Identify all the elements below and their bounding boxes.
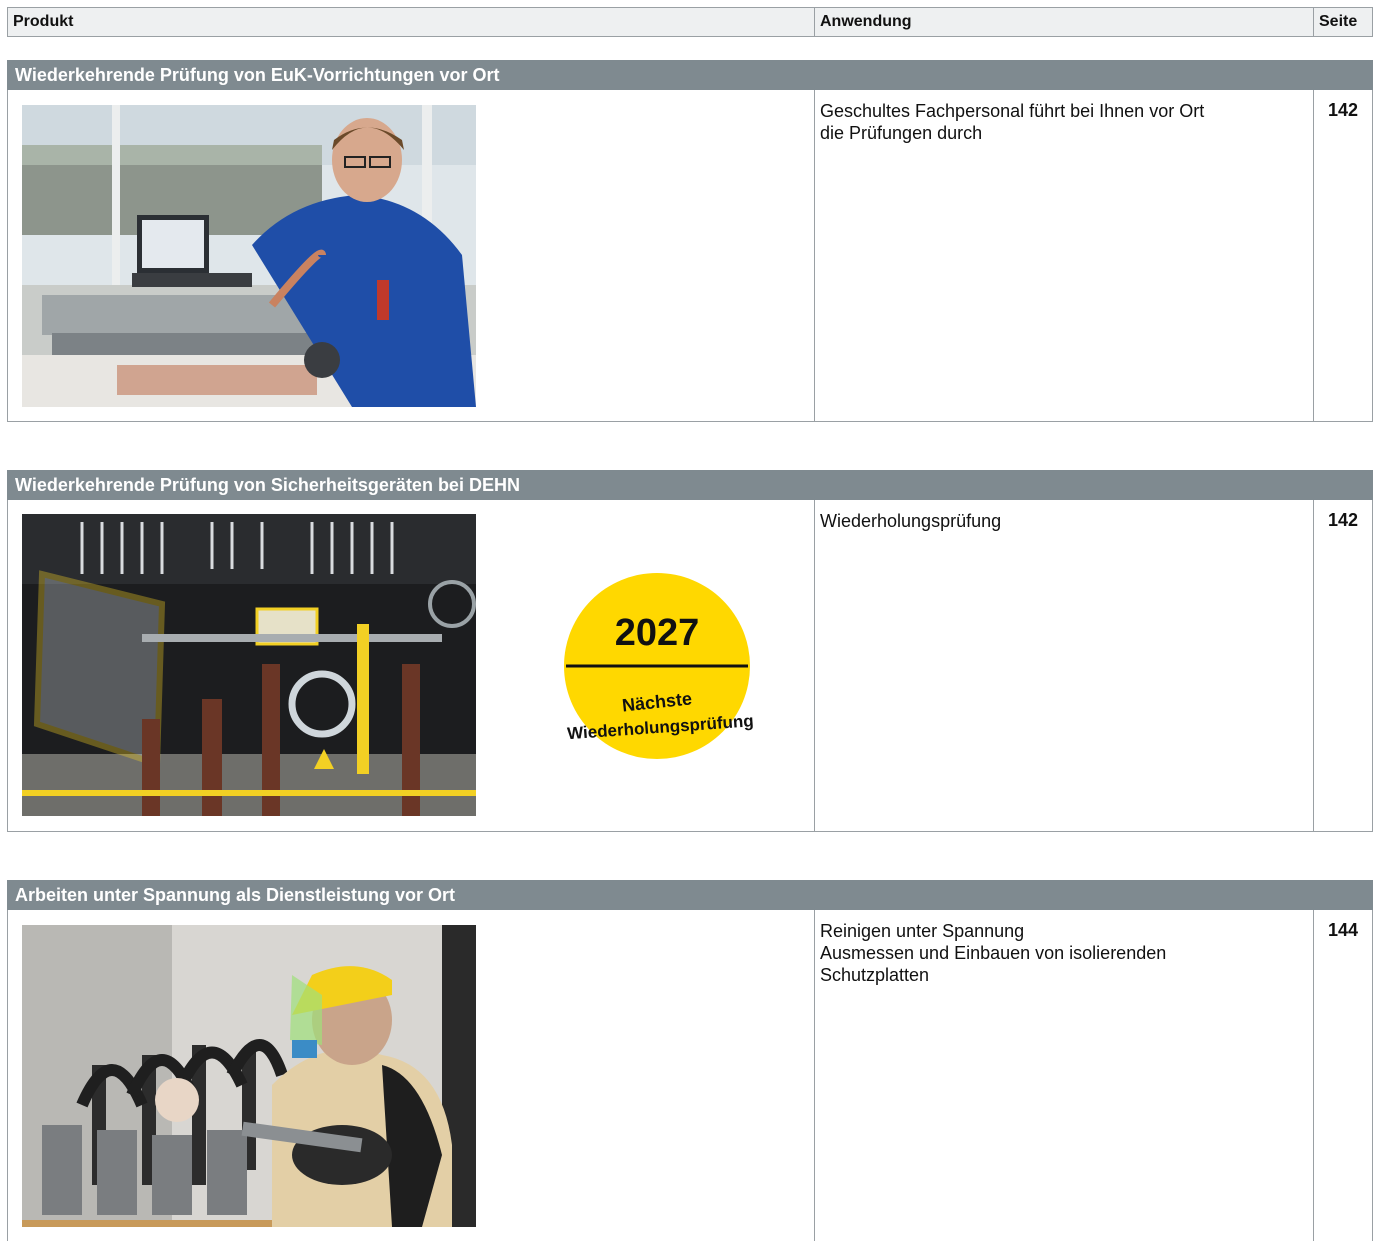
next-inspection-badge: 2027 Nächste Wiederholungsprüfung [563, 572, 754, 760]
application-line: Wiederholungsprüfung [820, 511, 1002, 531]
header-page: Seite [1319, 13, 1358, 30]
section-body: Geschultes Fachpersonal führt bei Ihnen … [7, 90, 1373, 422]
application-line: Ausmessen und Einbauen von isolierenden [820, 943, 1167, 963]
application-line: die Prüfungen durch [820, 123, 983, 143]
header-application: Anwendung [820, 13, 912, 30]
page-number: 142 [1327, 510, 1359, 530]
section-title: Wiederkehrende Prüfung von EuK-Vorrichtu… [7, 60, 1373, 90]
section-body: 2027 Nächste Wiederholungsprüfung Wieder… [7, 500, 1373, 832]
page-number: 142 [1327, 100, 1359, 120]
column-divider [1313, 500, 1314, 831]
column-divider [1313, 90, 1314, 421]
live-work-photo [22, 925, 476, 1227]
table-header: Produkt Anwendung Seite [7, 7, 1373, 37]
application-text: Reinigen unter Spannung Ausmessen und Ei… [820, 920, 1270, 986]
technician-laptop-photo [22, 105, 476, 407]
application-text: Wiederholungsprüfung [820, 510, 1270, 532]
section-title: Arbeiten unter Spannung als Dienstleistu… [7, 880, 1373, 910]
test-lab-photo [22, 514, 476, 816]
application-text: Geschultes Fachpersonal führt bei Ihnen … [820, 100, 1270, 144]
page-number: 144 [1327, 920, 1359, 940]
column-divider [814, 90, 815, 421]
column-divider [1313, 910, 1314, 1241]
column-divider [814, 500, 815, 831]
header-product: Produkt [13, 13, 74, 30]
column-divider [814, 910, 815, 1241]
badge-year: 2027 [614, 612, 700, 654]
application-line: Geschultes Fachpersonal führt bei Ihnen … [820, 101, 1205, 121]
section-title: Wiederkehrende Prüfung von Sicherheitsge… [7, 470, 1373, 500]
section-body: Reinigen unter Spannung Ausmessen und Ei… [7, 910, 1373, 1241]
application-line: Schutzplatten [820, 965, 930, 985]
application-line: Reinigen unter Spannung [820, 921, 1025, 941]
